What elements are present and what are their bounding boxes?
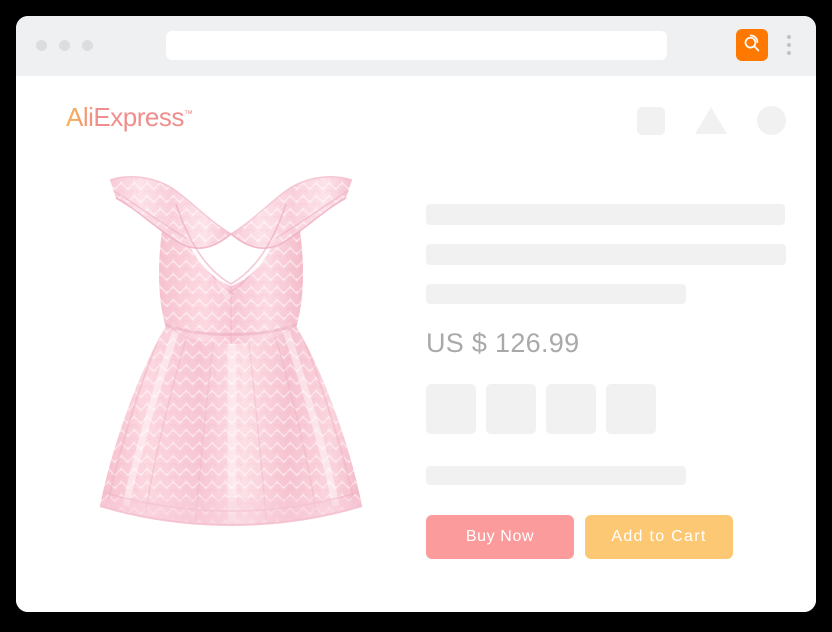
quantity-row <box>426 466 686 485</box>
circle-placeholder-icon[interactable] <box>757 106 786 135</box>
close-window-button[interactable] <box>36 40 47 51</box>
aliexpress-logo[interactable]: AliExpress™ <box>66 102 193 133</box>
product-gallery <box>66 154 396 534</box>
screenshot-stage: AliExpress™ US $ 126.99 Buy Now Add to C… <box>0 0 832 632</box>
maximize-window-button[interactable] <box>82 40 93 51</box>
title-line-3 <box>426 284 686 304</box>
buy-now-button[interactable]: Buy Now <box>426 515 574 559</box>
search-button[interactable] <box>736 29 768 61</box>
variant-swatch-1[interactable] <box>426 384 476 434</box>
browser-window: AliExpress™ US $ 126.99 Buy Now Add to C… <box>16 16 816 612</box>
add-to-cart-button[interactable]: Add to Cart <box>585 515 733 559</box>
search-icon <box>741 32 763 59</box>
product-hero-image[interactable] <box>66 154 396 534</box>
triangle-placeholder-icon[interactable] <box>695 107 727 134</box>
window-traffic-lights <box>36 40 93 51</box>
logo-text-express: Express <box>93 102 184 132</box>
variant-swatch-group <box>426 384 786 434</box>
browser-chrome-bar <box>16 16 816 76</box>
logo-text-ali: Ali <box>66 102 94 132</box>
variant-swatch-2[interactable] <box>486 384 536 434</box>
variant-swatch-3[interactable] <box>546 384 596 434</box>
kebab-dot-icon <box>787 35 791 39</box>
kebab-dot-icon <box>787 43 791 47</box>
logo-trademark: ™ <box>183 108 193 119</box>
kebab-dot-icon <box>787 51 791 55</box>
page-content: AliExpress™ US $ 126.99 Buy Now Add to C… <box>16 76 816 612</box>
product-detail-panel: US $ 126.99 Buy Now Add to Cart <box>426 154 786 559</box>
product-price: US $ 126.99 <box>426 328 580 358</box>
site-header: AliExpress™ <box>16 76 816 144</box>
address-bar-input[interactable] <box>166 31 667 60</box>
cta-button-group: Buy Now Add to Cart <box>426 515 786 559</box>
browser-menu-button[interactable] <box>787 35 791 55</box>
header-icon-group <box>637 106 786 135</box>
minimize-window-button[interactable] <box>59 40 70 51</box>
square-placeholder-icon[interactable] <box>637 106 665 135</box>
variant-swatch-4[interactable] <box>606 384 656 434</box>
title-line-2 <box>426 244 786 265</box>
title-line-1 <box>426 204 785 225</box>
